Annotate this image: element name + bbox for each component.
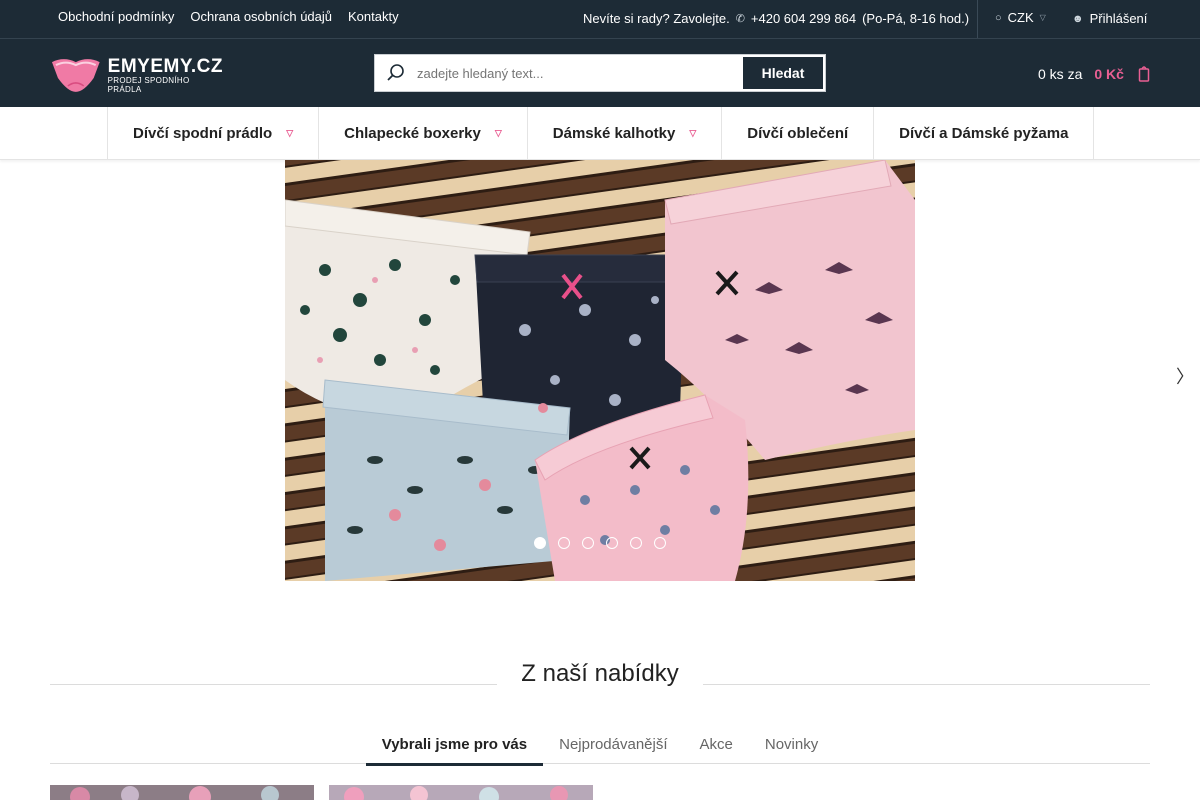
- opening-hours: (Po-Pá, 8-16 hod.): [862, 11, 970, 26]
- user-icon: ☻: [1072, 12, 1084, 25]
- nav-item-womens-panties[interactable]: Dámské kalhotky ▽: [528, 107, 723, 160]
- search-box: Hledat: [374, 54, 826, 92]
- slider-dots: [285, 537, 915, 549]
- slider-dot[interactable]: [534, 537, 546, 549]
- product-tabs: Vybrali jsme pro vás Nejprodávanější Akc…: [50, 730, 1150, 766]
- header: EMYEMY.CZ PRODEJ SPODNÍHO PRÁDLA Hledat …: [0, 39, 1200, 107]
- nav-item-label: Dívčí a Dámské pyžama: [899, 125, 1069, 142]
- tab-selected-for-you[interactable]: Vybrali jsme pro vás: [365, 736, 544, 766]
- search-button[interactable]: Hledat: [741, 55, 825, 91]
- slider-dot[interactable]: [654, 537, 666, 549]
- search-input[interactable]: [417, 55, 741, 91]
- link-privacy[interactable]: Ochrana osobních údajů: [190, 9, 332, 24]
- section-title: Z naší nabídky: [521, 660, 679, 687]
- tab-sale[interactable]: Akce: [684, 736, 749, 765]
- tab-list: Vybrali jsme pro vás Nejprodávanější Akc…: [50, 736, 1150, 766]
- main-nav: Dívčí spodní prádlo ▽ Chlapecké boxerky …: [0, 107, 1200, 160]
- globe-icon: ○: [995, 11, 1002, 24]
- top-links: Obchodní podmínky Ochrana osobních údajů…: [58, 9, 399, 24]
- slider-dot[interactable]: [558, 537, 570, 549]
- chevron-down-icon: ▽: [286, 128, 294, 138]
- hero-image: [285, 160, 915, 581]
- nav-item-label: Dívčí oblečení: [747, 125, 849, 142]
- phone-icon: ✆: [735, 13, 745, 25]
- chevron-right-icon[interactable]: 〉: [1176, 363, 1194, 389]
- product-thumbnail[interactable]: [329, 785, 593, 800]
- cart-price: 0 Kč: [1094, 66, 1124, 82]
- nav-item-label: Dívčí spodní prádlo: [133, 125, 273, 142]
- search-icon: [375, 55, 417, 91]
- logo-text: EMYEMY.CZ PRODEJ SPODNÍHO PRÁDLA: [108, 57, 225, 94]
- nav-item-girls-clothing[interactable]: Dívčí oblečení: [722, 107, 875, 160]
- nav-item-label: Dámské kalhotky: [552, 125, 676, 142]
- contact-info: Nevíte si rady? Zavolejte. ✆ +420 604 29…: [583, 11, 969, 26]
- slider-dot[interactable]: [606, 537, 618, 549]
- login-link[interactable]: ☻ Přihlášení: [1072, 11, 1147, 26]
- nav-items: Dívčí spodní prádlo ▽ Chlapecké boxerky …: [107, 107, 1095, 160]
- currency-label: CZK: [1007, 10, 1034, 25]
- help-text: Nevíte si rady? Zavolejte.: [583, 11, 730, 26]
- login-label: Přihlášení: [1089, 11, 1148, 26]
- slider-dot[interactable]: [630, 537, 642, 549]
- logo[interactable]: EMYEMY.CZ PRODEJ SPODNÍHO PRÁDLA: [50, 55, 225, 95]
- cart-count: 0 ks za: [1038, 66, 1083, 82]
- divider: [977, 0, 978, 38]
- hero-slider[interactable]: [285, 160, 915, 581]
- section-header: Z naší nabídky: [50, 660, 1150, 690]
- cart-summary[interactable]: 0 ks za 0 Kč: [1038, 65, 1150, 83]
- tab-bestsellers[interactable]: Nejprodávanější: [543, 736, 683, 765]
- slider-dot[interactable]: [582, 537, 594, 549]
- chevron-down-icon: ▽: [689, 128, 697, 138]
- top-bar: Obchodní podmínky Ochrana osobních údajů…: [0, 0, 1200, 39]
- nav-item-boys-boxers[interactable]: Chlapecké boxerky ▽: [319, 107, 528, 160]
- product-image: [50, 785, 314, 800]
- logo-tagline: PRODEJ SPODNÍHO PRÁDLA: [107, 75, 190, 94]
- currency-selector[interactable]: ○ CZK ▽: [995, 10, 1046, 25]
- nav-item-pajamas[interactable]: Dívčí a Dámské pyžama: [874, 107, 1095, 160]
- tab-new[interactable]: Novinky: [749, 736, 834, 765]
- link-contacts[interactable]: Kontakty: [348, 9, 399, 24]
- chevron-down-icon: ▽: [494, 128, 502, 138]
- panties-logo-icon: [51, 59, 100, 92]
- nav-item-label: Chlapecké boxerky: [344, 125, 481, 142]
- logo-brand: EMYEMY.CZ: [107, 55, 223, 77]
- link-terms[interactable]: Obchodní podmínky: [58, 9, 174, 24]
- product-image: [329, 785, 593, 800]
- phone-number[interactable]: +420 604 299 864: [751, 11, 856, 26]
- nav-item-girls-underwear[interactable]: Dívčí spodní prádlo ▽: [108, 107, 320, 160]
- product-thumbnail[interactable]: [50, 785, 314, 800]
- chevron-down-icon: ▽: [1039, 13, 1046, 22]
- cart-icon: [1138, 66, 1150, 82]
